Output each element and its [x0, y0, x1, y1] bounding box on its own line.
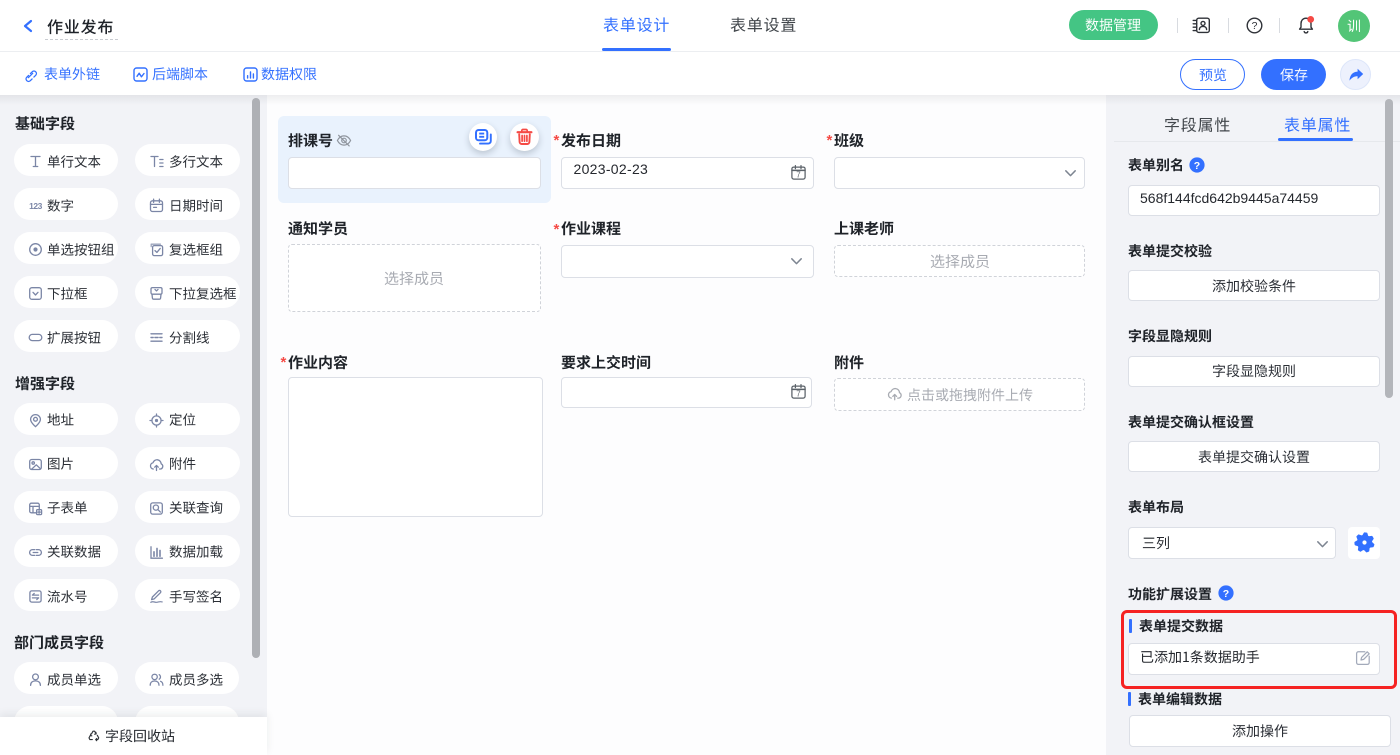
svg-text:7: 7 [796, 390, 801, 399]
svg-text:123: 123 [29, 201, 42, 211]
svg-text:7: 7 [796, 171, 801, 180]
svg-text:?: ? [1194, 159, 1200, 171]
svg-text:?: ? [1223, 588, 1229, 600]
svg-text:?: ? [1252, 20, 1258, 32]
